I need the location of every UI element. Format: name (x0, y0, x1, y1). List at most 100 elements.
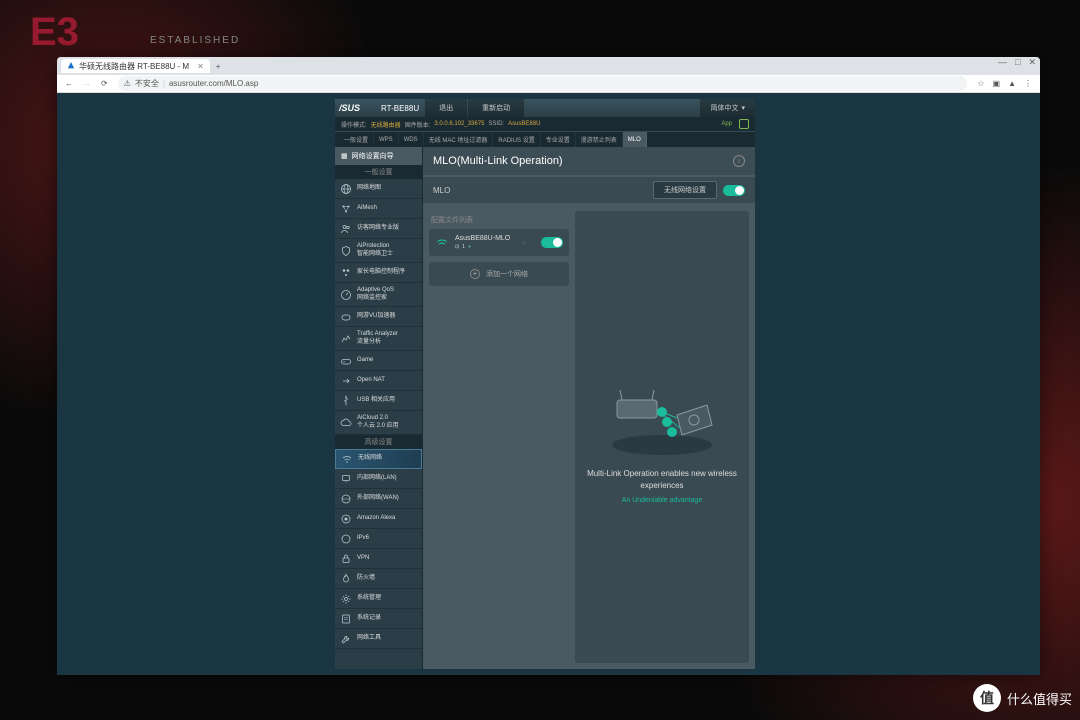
sidebar-item-qos[interactable]: Adaptive QoS网络监控家 (335, 283, 422, 307)
mlo-toggle-row: MLO 无线网络设置 (423, 177, 755, 203)
nav-forward-icon[interactable]: → (83, 79, 91, 88)
wireless-tabs: 一般设置 WPS WDS 无线 MAC 地址过滤器 RADIUS 设置 专业设置… (335, 131, 755, 147)
logout-button[interactable]: 退出 (425, 99, 467, 117)
maximize-button[interactable]: □ (1015, 57, 1020, 68)
sidebar-item-admin[interactable]: 系统管理 (335, 589, 422, 609)
minimize-button[interactable]: — (998, 57, 1007, 68)
tab-mac-filter[interactable]: 无线 MAC 地址过滤器 (424, 132, 494, 147)
profile-card[interactable]: AsusBE88U-MLO ⊡ 1 ● › (429, 229, 569, 256)
nav-back-icon[interactable]: ← (65, 79, 73, 88)
sidebar-item-log[interactable]: 系统记录 (335, 609, 422, 629)
panel-title-bar: MLO(Multi-Link Operation) i (423, 147, 755, 175)
panel-title: MLO(Multi-Link Operation) (433, 155, 563, 167)
app-link[interactable]: App (721, 121, 732, 127)
sidebar-item-mesh[interactable]: AiMesh (335, 199, 422, 219)
sidebar-item-game2[interactable]: Game (335, 351, 422, 371)
chevron-right-icon: › (522, 238, 525, 247)
quick-setup-button[interactable]: ▦ 网络设置向导 (335, 147, 422, 165)
wifi-icon (340, 452, 354, 466)
info-icon[interactable]: i (733, 155, 745, 167)
browser-tab[interactable]: 华硕无线路由器 RT-BE88U - M ✕ (61, 59, 210, 73)
wireless-settings-button[interactable]: 无线网络设置 (653, 181, 717, 199)
sidebar-item-label: Adaptive QoS网络监控家 (357, 287, 418, 301)
admin-icon (339, 592, 353, 606)
tab-close-icon[interactable]: ✕ (197, 62, 204, 71)
add-network-button[interactable]: + 添加一个网络 (429, 262, 569, 286)
model-label: RT-BE88U (375, 104, 425, 113)
firmware-value[interactable]: 3.0.0.6.102_33675 (434, 121, 484, 127)
window-controls: — □ ✕ (998, 57, 1036, 68)
sidebar-item-wifi[interactable]: 无线网络 (335, 449, 422, 469)
watermark-badge: 值 (973, 684, 1001, 712)
sidebar-item-shield[interactable]: AiProtection智能网络卫士 (335, 239, 422, 263)
mlo-toggle[interactable] (723, 185, 745, 196)
sidebar-item-ipv6[interactable]: IPv6 (335, 529, 422, 549)
mesh-icon (339, 202, 353, 216)
sidebar-section-general: 一般设置 (335, 165, 422, 179)
sidebar-section-advanced: 高级设置 (335, 435, 422, 449)
bookmark-icon[interactable]: ☆ (977, 79, 984, 88)
tab-mlo[interactable]: MLO (623, 132, 647, 147)
tab-radius[interactable]: RADIUS 设置 (493, 132, 540, 147)
usb-icon (339, 394, 353, 408)
sidebar-item-game1[interactable]: 网游VU加速器 (335, 307, 422, 327)
tab-wds[interactable]: WDS (399, 132, 424, 147)
close-button[interactable]: ✕ (1028, 57, 1036, 68)
sidebar-item-nat[interactable]: Open NAT (335, 371, 422, 391)
sidebar-item-globe[interactable]: 网络地图 (335, 179, 422, 199)
mesh-dot-icon: ● (468, 244, 471, 250)
extension-icon[interactable]: ▣ (993, 79, 1001, 88)
sidebar-item-label: 系统管理 (357, 595, 418, 602)
sidebar-item-label: VPN (357, 555, 418, 562)
sidebar-item-wan[interactable]: 外部网络(WAN) (335, 489, 422, 509)
brand-logo: /SUS (335, 103, 375, 113)
sidebar-item-label: 内部网络(LAN) (357, 475, 418, 482)
app-icon[interactable] (739, 119, 749, 129)
sidebar-item-usb[interactable]: USB 相关应用 (335, 391, 422, 411)
sidebar-item-guest[interactable]: 访客网络专业版 (335, 219, 422, 239)
ipv6-icon (339, 532, 353, 546)
mlo-illustration (602, 370, 722, 460)
tab-wps[interactable]: WPS (374, 132, 399, 147)
menu-icon[interactable]: ⋮ (1024, 79, 1032, 88)
new-tab-button[interactable]: + (210, 62, 227, 71)
sidebar-item-vpn[interactable]: VPN (335, 549, 422, 569)
sidebar-item-label: 无线网络 (358, 455, 417, 462)
reboot-button[interactable]: 重新启动 (468, 99, 524, 117)
url-input[interactable]: ⚠ 不安全 | asusrouter.com/MLO.asp (118, 76, 968, 91)
mode-value[interactable]: 无线路由器 (371, 120, 401, 129)
tool-icon (339, 632, 353, 646)
device-icon: ⊡ (455, 244, 459, 250)
sidebar-item-alexa[interactable]: Amazon Alexa (335, 509, 422, 529)
tab-roaming[interactable]: 漫游禁止列表 (576, 132, 623, 147)
advantage-link[interactable]: An Undeniable advantage (622, 497, 703, 504)
insecure-icon: ⚠ (124, 79, 131, 88)
language-selector[interactable]: 简体中文 ▾ (700, 99, 755, 117)
sidebar-item-traffic[interactable]: Traffic Analyzer流量分析 (335, 327, 422, 351)
sidebar-item-cloud[interactable]: AiCloud 2.0个人云 2.0 应用 (335, 411, 422, 435)
sidebar-item-label: 网游VU加速器 (357, 313, 418, 320)
security-label: 不安全 (135, 78, 159, 89)
profile-toggle[interactable] (541, 237, 563, 248)
game1-icon (339, 310, 353, 324)
browser-window: — □ ✕ 华硕无线路由器 RT-BE88U - M ✕ + ← → ⟳ ⚠ 不… (57, 57, 1040, 675)
watermark-text: 什么值得买 (1007, 689, 1072, 708)
sidebar-item-parent[interactable]: 家长电脑控制程序 (335, 263, 422, 283)
qos-icon (339, 288, 353, 302)
sidebar-item-lan[interactable]: 内部网络(LAN) (335, 469, 422, 489)
sidebar-item-label: Amazon Alexa (357, 515, 418, 522)
lan-icon (339, 472, 353, 486)
tab-general[interactable]: 一般设置 (339, 132, 374, 147)
plus-icon: + (470, 269, 480, 279)
sidebar-item-label: 防火墙 (357, 575, 418, 582)
sidebar-item-tool[interactable]: 网络工具 (335, 629, 422, 649)
toolbar-icons: ☆ ▣ ▲ ⋮ (977, 79, 1032, 88)
sidebar-item-label: 家长电脑控制程序 (357, 269, 418, 276)
reload-icon[interactable]: ⟳ (101, 79, 108, 88)
sidebar-item-fire[interactable]: 防火墙 (335, 569, 422, 589)
illustration-panel: Multi-Link Operation enables new wireles… (575, 211, 749, 663)
traffic-icon (339, 332, 353, 346)
sidebar-item-label: 外部网络(WAN) (357, 495, 418, 502)
profile-icon[interactable]: ▲ (1008, 79, 1016, 88)
tab-pro[interactable]: 专业设置 (541, 132, 576, 147)
